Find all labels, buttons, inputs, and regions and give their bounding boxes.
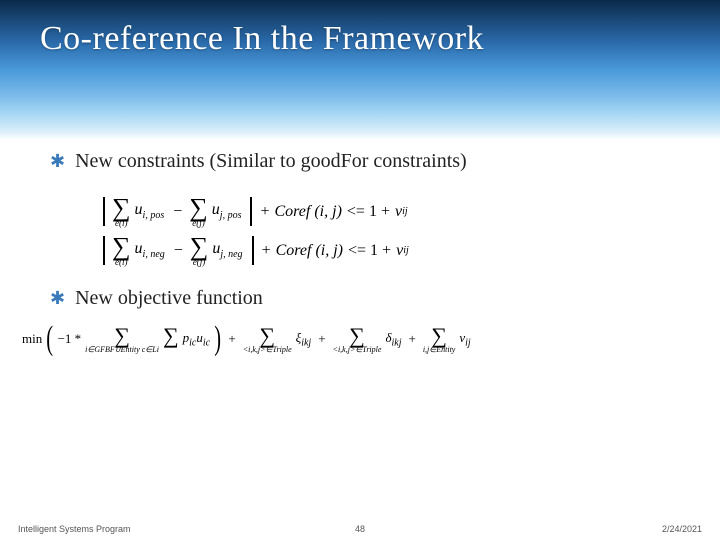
sigma-icon: ∑ e(j) <box>189 195 208 228</box>
sigma-icon: ∑ e(i) <box>112 234 131 267</box>
footer-slide-number: 48 <box>355 524 365 534</box>
constraint-equations: ∑ e(i) ui, pos − ∑ e(j) uj, pos + Coref … <box>70 185 660 287</box>
sigma-icon: ∑ e(i) <box>112 195 131 228</box>
sigma-icon: ∑ i,j∈Entity <box>423 325 456 354</box>
constraint-eq-1: ∑ e(i) ui, pos − ∑ e(j) uj, pos + Coref … <box>100 195 620 228</box>
footer-left: Intelligent Systems Program <box>18 524 131 534</box>
bullet-text: New constraints (Similar to goodFor cons… <box>75 150 467 173</box>
sigma-icon: ∑ <i,k,j>∈Triple <box>333 325 382 354</box>
footer-date: 2/24/2021 <box>662 524 702 534</box>
sigma-icon: ∑ <i,k,j>∈Triple <box>243 325 292 354</box>
slide-content: ✱ New constraints (Similar to goodFor co… <box>0 140 720 514</box>
bullet-text: New objective function <box>75 287 263 310</box>
bullet-constraints: ✱ New constraints (Similar to goodFor co… <box>50 150 660 173</box>
slide-footer: Intelligent Systems Program 48 2/24/2021 <box>0 514 720 540</box>
sigma-icon: ∑ i∈GFBF∪Entity c∈Li <box>85 325 159 354</box>
sigma-icon: ∑ <box>163 325 179 354</box>
coref-term: Coref (i, j) <box>275 203 342 221</box>
bullet-star-icon: ✱ <box>50 289 65 307</box>
bullet-star-icon: ✱ <box>50 152 65 170</box>
page-title: Co-reference In the Framework <box>40 20 484 58</box>
slide: Co-reference In the Framework ✱ New cons… <box>0 0 720 540</box>
coref-term: Coref (i, j) <box>276 242 343 260</box>
slide-header: Co-reference In the Framework <box>0 0 720 140</box>
bullet-objective: ✱ New objective function <box>50 287 660 310</box>
sigma-icon: ∑ e(j) <box>190 234 209 267</box>
constraint-eq-2: ∑ e(i) ui, neg − ∑ e(j) uj, neg + Coref … <box>100 234 620 267</box>
objective-equation: min ( −1 * ∑ i∈GFBF∪Entity c∈Li ∑ picuic… <box>20 322 660 356</box>
